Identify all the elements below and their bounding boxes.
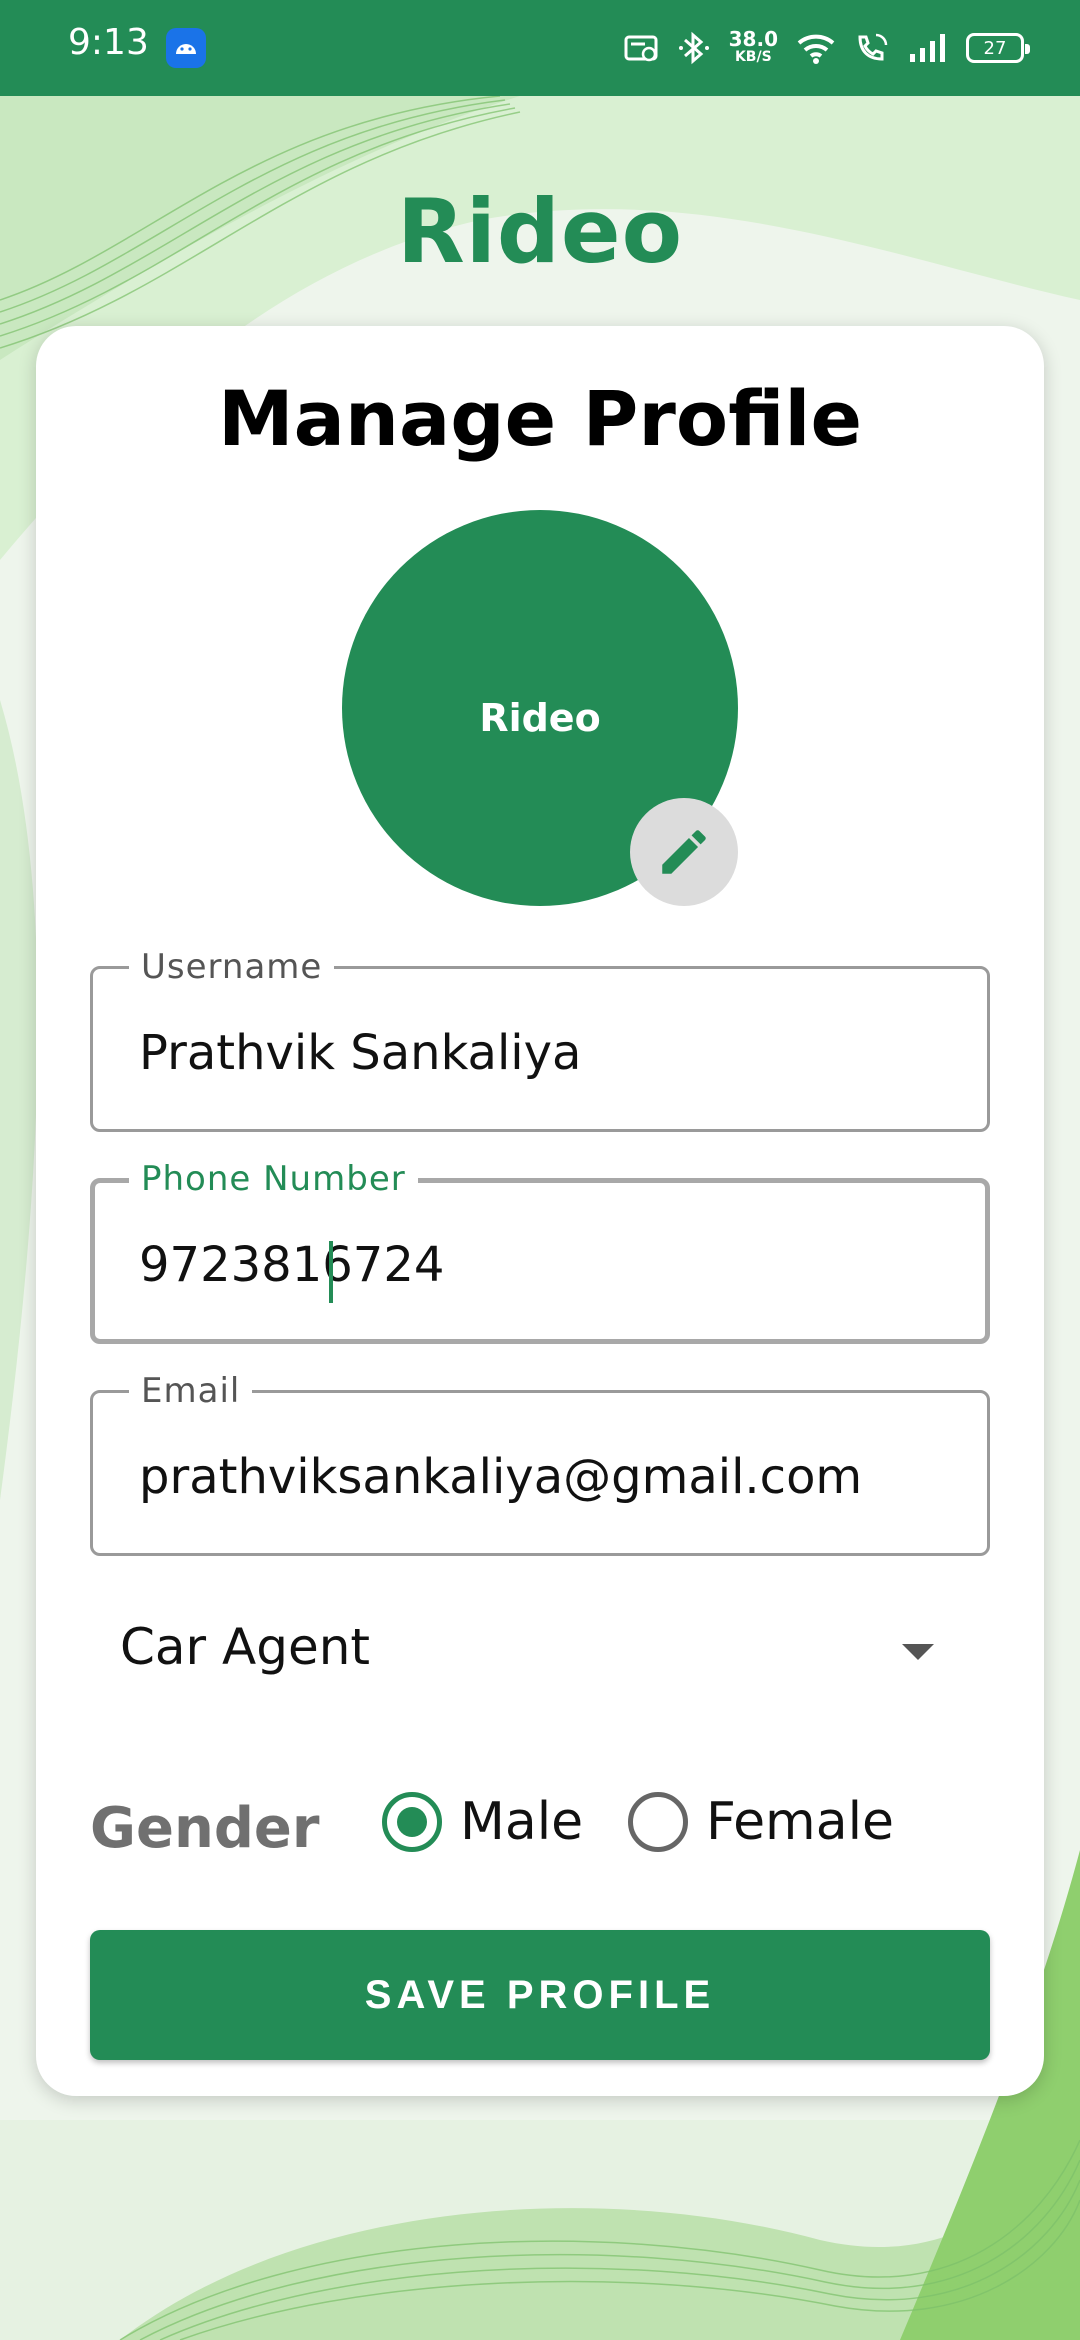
gender-option-female[interactable]: Female: [628, 1790, 894, 1854]
phone-input[interactable]: 9723816724: [139, 1237, 444, 1293]
phone-label: Phone Number: [129, 1159, 418, 1199]
gender-option-male[interactable]: Male: [382, 1790, 583, 1854]
pencil-icon: [662, 830, 706, 874]
network-speed: 38.0 KB/S: [728, 27, 778, 65]
no-sim-icon: [624, 35, 658, 62]
username-input[interactable]: Prathvik Sankaliya: [139, 1025, 581, 1081]
status-time: 9:13: [68, 22, 149, 63]
gender-row: Gender Male Female: [90, 1760, 990, 1880]
status-icons: 38.0 KB/S 27: [623, 20, 1030, 76]
text-cursor: [329, 1241, 333, 1303]
female-label: Female: [706, 1792, 895, 1852]
avatar-text: Rideo: [479, 696, 601, 740]
wifi-icon: [797, 34, 835, 64]
bluetooth-icon: [678, 31, 709, 65]
status-bar: 9:13 38.0 KB/S 27: [0, 0, 1080, 96]
male-radio[interactable]: [382, 1792, 442, 1852]
profile-card: Manage Profile Rideo Username Prathvik S…: [36, 326, 1044, 2096]
app-title: Rideo: [396, 180, 684, 283]
phone-field[interactable]: Phone Number 9723816724: [90, 1159, 990, 1344]
role-dropdown[interactable]: Car Agent: [90, 1588, 990, 1708]
gender-label: Gender: [90, 1796, 320, 1861]
female-radio[interactable]: [628, 1792, 688, 1852]
page-title: Manage Profile: [217, 374, 863, 463]
dropdown-arrow-icon: [902, 1644, 934, 1660]
signal-icon: [910, 34, 945, 62]
email-field[interactable]: Email prathviksankaliya@gmail.com: [90, 1371, 990, 1556]
email-input[interactable]: prathviksankaliya@gmail.com: [139, 1449, 862, 1505]
save-profile-button[interactable]: SAVE PROFILE: [90, 1930, 990, 2060]
wifi-call-icon: [858, 33, 888, 61]
battery-icon: 27: [966, 33, 1030, 63]
email-label: Email: [129, 1371, 253, 1411]
android-app-icon: [166, 28, 206, 68]
edit-avatar-button[interactable]: [630, 798, 738, 906]
username-label: Username: [129, 947, 335, 987]
role-selected: Car Agent: [120, 1618, 370, 1676]
username-field[interactable]: Username Prathvik Sankaliya: [90, 947, 990, 1132]
male-label: Male: [460, 1792, 584, 1852]
